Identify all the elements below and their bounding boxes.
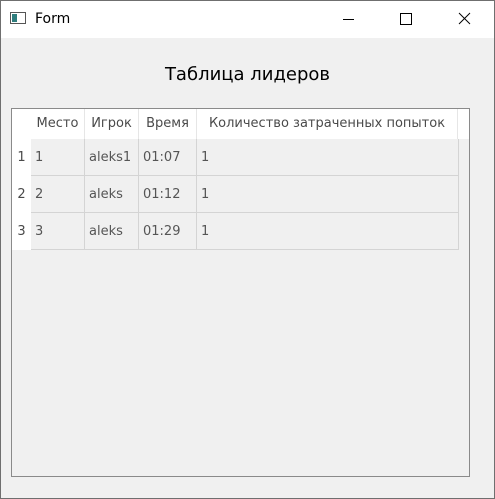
table-row[interactable]: 3 aleks 01:29 1 [31, 213, 459, 250]
column-header-player[interactable]: Игрок [85, 109, 139, 139]
cell-time[interactable]: 01:29 [139, 213, 197, 250]
row-header[interactable]: 2 [12, 176, 31, 213]
table-header-row: Место Игрок Время Количество затраченных… [31, 109, 469, 139]
cell-player[interactable]: aleks [85, 176, 139, 213]
table-row[interactable]: 2 aleks 01:12 1 [31, 176, 459, 213]
cell-player[interactable]: aleks [85, 213, 139, 250]
form-app-icon [10, 12, 26, 24]
cell-time[interactable]: 01:12 [139, 176, 197, 213]
title-bar[interactable]: Form [1, 1, 494, 38]
column-header-attempts[interactable]: Количество затраченных попыток [197, 109, 458, 139]
column-header-place[interactable]: Место [31, 109, 85, 139]
column-header-time[interactable]: Время [139, 109, 197, 139]
maximize-icon [400, 13, 412, 25]
table-row[interactable]: 1 aleks1 01:07 1 [31, 139, 459, 176]
cell-place[interactable]: 3 [31, 213, 85, 250]
window-title: Form [35, 11, 71, 27]
cell-place[interactable]: 1 [31, 139, 85, 176]
row-header[interactable]: 1 [12, 139, 31, 176]
minimize-icon [343, 19, 354, 20]
leaderboard-table[interactable]: Место Игрок Время Количество затраченных… [11, 108, 470, 477]
close-icon [458, 12, 471, 25]
cell-player[interactable]: aleks1 [85, 139, 139, 176]
cell-attempts[interactable]: 1 [197, 139, 459, 176]
minimize-button[interactable] [319, 1, 377, 38]
cell-time[interactable]: 01:07 [139, 139, 197, 176]
cell-attempts[interactable]: 1 [197, 213, 459, 250]
leaderboard-title: Таблица лидеров [164, 64, 331, 85]
cell-attempts[interactable]: 1 [197, 176, 459, 213]
app-window: Form Таблица лидеров Место Игрок Время К… [0, 0, 495, 499]
maximize-button[interactable] [377, 1, 435, 38]
close-button[interactable] [435, 1, 493, 38]
table-corner-button[interactable] [12, 109, 31, 139]
cell-place[interactable]: 2 [31, 176, 85, 213]
row-header[interactable]: 3 [12, 213, 31, 250]
